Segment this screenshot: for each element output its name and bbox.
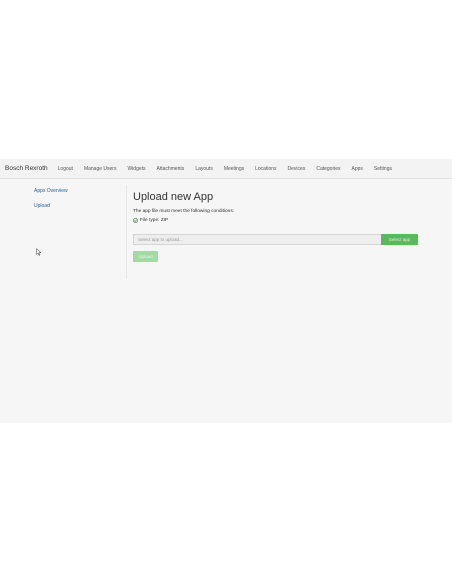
page-title: Upload new App: [133, 191, 214, 203]
brand-logo-text[interactable]: Bosch Rexroth: [5, 165, 48, 172]
nav-apps[interactable]: Apps: [352, 166, 363, 172]
nav-devices[interactable]: Devices: [288, 166, 306, 172]
top-navbar: Bosch Rexroth Logout Manage Users Widget…: [0, 159, 452, 179]
select-app-button[interactable]: Select app: [381, 234, 418, 245]
nav-widgets[interactable]: Widgets: [127, 166, 145, 172]
nav-locations[interactable]: Locations: [255, 166, 276, 172]
file-upload-input[interactable]: Select app to upload...: [133, 234, 381, 245]
nav-categories[interactable]: Categories: [316, 166, 340, 172]
app-window: Bosch Rexroth Logout Manage Users Widget…: [0, 159, 452, 423]
mouse-pointer-icon: [36, 248, 42, 256]
nav-meetings[interactable]: Meetings: [224, 166, 244, 172]
sidebar-item-apps-overview[interactable]: Apps Overview: [34, 188, 68, 194]
sidebar: Apps Overview Upload: [0, 179, 126, 423]
nav-attachments[interactable]: Attachments: [157, 166, 185, 172]
condition-file-type: File type: ZIP: [133, 218, 168, 223]
content-divider: [126, 185, 127, 279]
nav-logout[interactable]: Logout: [58, 166, 73, 172]
nav-settings[interactable]: Settings: [374, 166, 392, 172]
condition-file-type-label: File type: ZIP: [140, 218, 169, 223]
conditions-intro: The app file must meet the following con…: [133, 209, 235, 214]
check-circle-icon: [133, 218, 138, 223]
nav-manage-users[interactable]: Manage Users: [84, 166, 117, 172]
nav-layouts[interactable]: Layouts: [195, 166, 213, 172]
sidebar-item-upload[interactable]: Upload: [34, 203, 50, 209]
upload-button[interactable]: Upload: [133, 251, 158, 262]
